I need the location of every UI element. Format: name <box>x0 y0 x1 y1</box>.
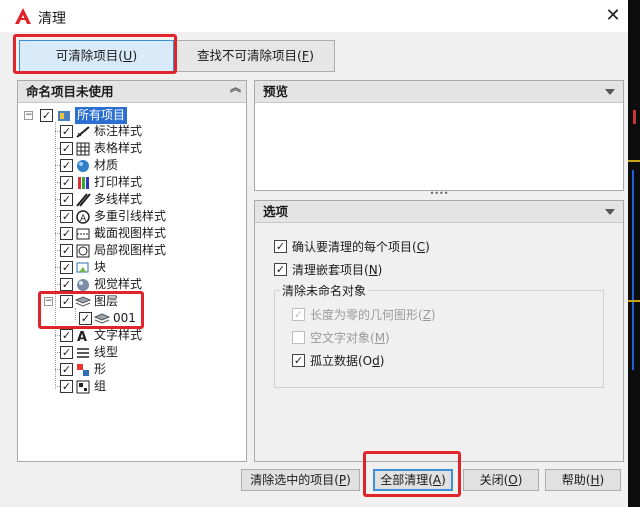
detail-view-icon <box>76 244 90 258</box>
tree-item-2[interactable]: ✓ 表格样式 <box>0 140 240 157</box>
tree-item-label: 截面视图样式 <box>94 226 167 240</box>
tree-item-7[interactable]: ✓ 截面视图样式 <box>0 225 240 242</box>
tree-item-checkbox[interactable]: ✓ <box>60 278 73 291</box>
tree-item-0[interactable]: − ✓ 所有项目 <box>0 107 240 124</box>
tree-item-checkbox[interactable]: ✓ <box>60 329 73 342</box>
tree-item-label: 打印样式 <box>94 175 143 189</box>
tree-item-9[interactable]: ✓ 块 <box>0 259 240 276</box>
tree-item-label: 材质 <box>94 158 119 172</box>
tree-item-3[interactable]: ✓ 材质 <box>0 157 240 174</box>
tree-item-label: 形 <box>94 362 107 376</box>
mleader-style-icon: A <box>76 210 90 224</box>
tree-item-label: 组 <box>94 379 107 393</box>
tree-item-checkbox[interactable]: ✓ <box>60 193 73 206</box>
nested-checkbox[interactable]: ✓ <box>274 263 287 276</box>
tree-item-checkbox[interactable]: ✓ <box>60 380 73 393</box>
tree-item-14[interactable]: ✓ 线型 <box>0 344 240 361</box>
tab-non-purgeable-label: 查找不可清除项目( <box>197 48 302 63</box>
tree-item-checkbox[interactable]: ✓ <box>60 227 73 240</box>
orphan-data-checkbox[interactable]: ✓ <box>292 354 305 367</box>
unused-named-items-header: 命名项目未使用 ︽ <box>18 81 246 103</box>
tree-item-5[interactable]: ✓ 多线样式 <box>0 191 240 208</box>
dropdown-triangle-icon[interactable] <box>605 89 615 95</box>
tree-item-checkbox[interactable]: ✓ <box>60 261 73 274</box>
plot-style-icon <box>78 177 89 189</box>
unnamed-objects-title: 清除未命名对象 <box>280 282 369 299</box>
tree-item-checkbox[interactable]: ✓ <box>60 244 73 257</box>
purge-dialog: 清理 ✕ 可清除项目(U) 查找不可清除项目(F) 命名项目未使用 ︽ − ✓ 所有… <box>0 0 628 507</box>
window-title: 清理 <box>38 11 66 27</box>
material-icon <box>77 160 89 172</box>
help-button[interactable]: 帮助(H) <box>545 469 621 491</box>
shape-icon <box>77 364 89 376</box>
dropdown-triangle-icon[interactable] <box>605 209 615 215</box>
tree-expander-icon[interactable]: − <box>24 111 33 120</box>
highlight-box-layer <box>38 291 144 329</box>
cad-canvas-edge <box>628 0 640 507</box>
tree-item-checkbox[interactable]: ✓ <box>60 142 73 155</box>
tree-item-checkbox[interactable]: ✓ <box>60 125 73 138</box>
tree-item-label: 标注样式 <box>94 124 143 138</box>
highlight-box-purge-all <box>363 451 461 497</box>
tree-item-13[interactable]: ✓ A 文字样式 <box>0 327 240 344</box>
purge-checked-button[interactable]: 清除选中的项目(P) <box>241 469 360 491</box>
tree-item-label: 多线样式 <box>94 192 143 206</box>
all-items-icon <box>58 111 70 121</box>
tree-item-label: 块 <box>94 260 107 274</box>
tree-item-label: 所有项目 <box>75 107 128 124</box>
tree-item-label: 文字样式 <box>94 328 143 342</box>
tab-non-purgeable[interactable]: 查找不可清除项目(F) <box>176 40 335 72</box>
text-style-icon: A <box>77 330 87 344</box>
close-button[interactable]: 关闭(O) <box>463 469 539 491</box>
autocad-logo-icon <box>15 8 31 24</box>
tree-item-6[interactable]: ✓ A 多重引线样式 <box>0 208 240 225</box>
tree-item-label: 线型 <box>94 345 119 359</box>
panel-splitter[interactable]: •••• <box>254 190 624 198</box>
svg-text:A: A <box>80 214 87 224</box>
table-style-icon <box>76 142 90 156</box>
tree-item-checkbox[interactable]: ✓ <box>60 210 73 223</box>
close-icon[interactable]: ✕ <box>602 6 624 26</box>
linetype-icon <box>77 348 89 358</box>
highlight-box-tab <box>13 34 177 74</box>
zero-length-checkbox: ✓ <box>292 308 305 321</box>
section-view-icon <box>76 228 90 240</box>
preview-panel: 预览 <box>254 80 624 191</box>
tree-item-4[interactable]: ✓ 打印样式 <box>0 174 240 191</box>
tree-item-label: 表格样式 <box>94 141 143 155</box>
group-icon <box>76 380 90 394</box>
tree-item-8[interactable]: ✓ 局部视图样式 <box>0 242 240 259</box>
dimension-style-icon <box>76 126 90 138</box>
tree-item-checkbox[interactable]: ✓ <box>60 346 73 359</box>
empty-text-checkbox <box>292 331 305 344</box>
tree-item-checkbox[interactable]: ✓ <box>60 159 73 172</box>
preview-header: 预览 <box>255 81 623 103</box>
tree-item-16[interactable]: ✓ 组 <box>0 378 240 395</box>
confirm-checkbox[interactable]: ✓ <box>274 240 287 253</box>
tree-item-checkbox[interactable]: ✓ <box>60 176 73 189</box>
tree-item-checkbox[interactable]: ✓ <box>40 109 53 122</box>
tree-item-label: 多重引线样式 <box>94 209 167 223</box>
svg-text:A: A <box>77 330 87 344</box>
tree-item-label: 局部视图样式 <box>94 243 167 257</box>
tree-item-15[interactable]: ✓ 形 <box>0 361 240 378</box>
multiline-style-icon <box>76 193 91 207</box>
options-header: 选项 <box>255 201 623 223</box>
block-icon <box>76 262 89 273</box>
title-bar: 清理 ✕ <box>0 0 628 32</box>
tree-item-1[interactable]: ✓ 标注样式 <box>0 123 240 140</box>
collapse-chevron-icon[interactable]: ︽ <box>230 82 241 93</box>
tree-item-checkbox[interactable]: ✓ <box>60 363 73 376</box>
